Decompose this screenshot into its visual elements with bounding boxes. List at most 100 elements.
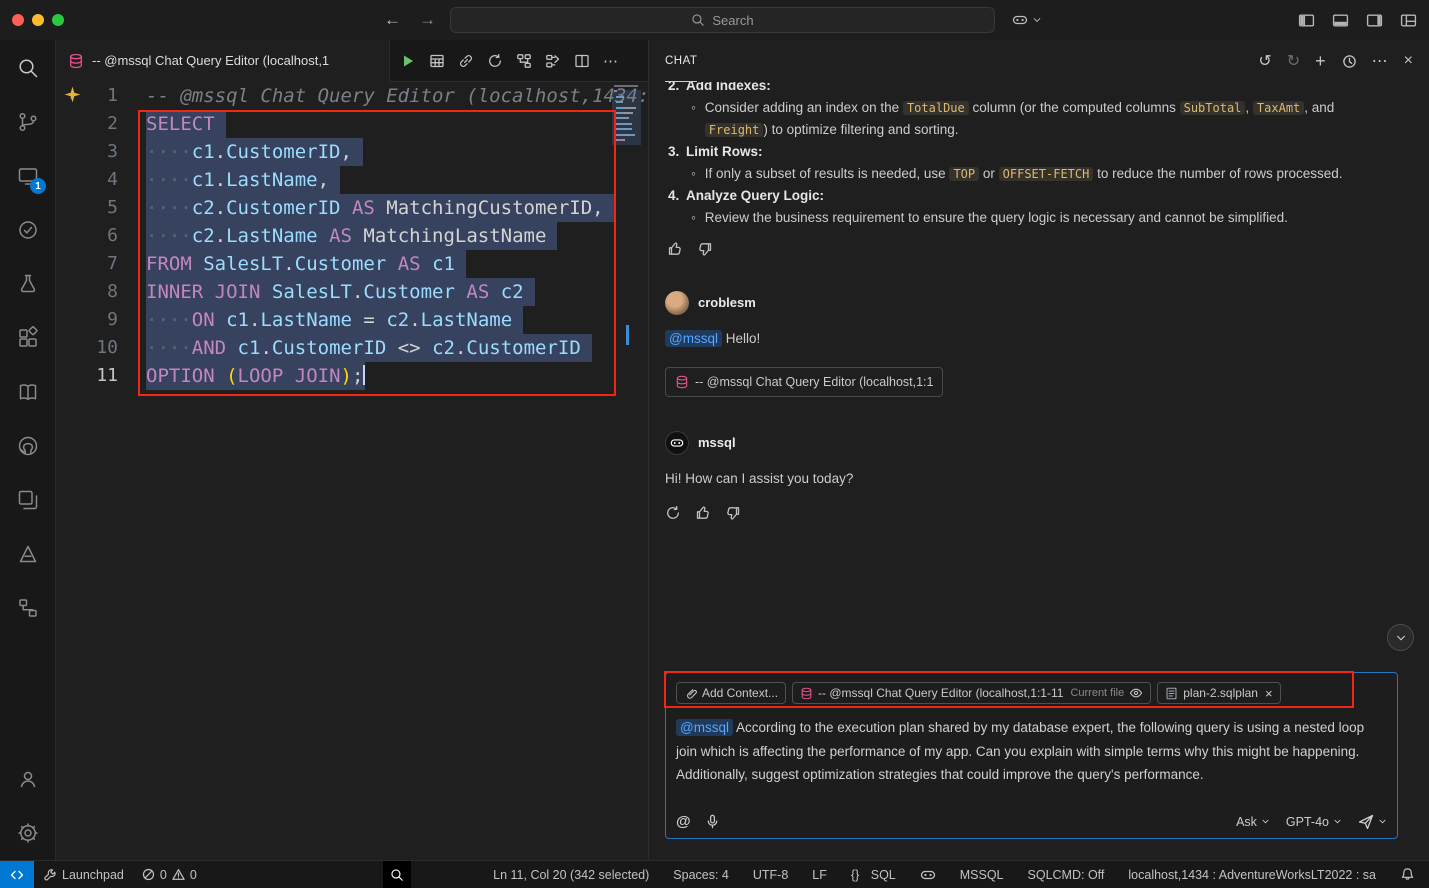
eol-indicator[interactable]: LF bbox=[812, 868, 827, 882]
thumbs-up-icon[interactable] bbox=[667, 241, 683, 257]
layout-customize-icon[interactable] bbox=[1400, 12, 1417, 29]
activity-badge: 1 bbox=[30, 178, 46, 194]
minimize-window-button[interactable] bbox=[32, 14, 44, 26]
tab-chat[interactable]: CHAT bbox=[665, 40, 697, 82]
mention-icon[interactable]: @ bbox=[676, 813, 691, 830]
language-indicator[interactable]: SQL bbox=[871, 868, 896, 882]
sidebar-item-search[interactable] bbox=[0, 41, 55, 95]
assistant-list: 2.Add Indexes:◦Consider adding an index … bbox=[665, 82, 1413, 229]
sidebar-item-notebooks[interactable] bbox=[0, 365, 55, 419]
editor-tab[interactable]: -- @mssql Chat Query Editor (localhost,1 bbox=[56, 40, 390, 82]
sidebar-item-experiments[interactable] bbox=[0, 257, 55, 311]
copilot-menu-button[interactable] bbox=[1012, 0, 1042, 40]
code-line[interactable]: 7FROM SalesLT.Customer AS c1 bbox=[56, 250, 648, 278]
sidebar-item-database-projects[interactable] bbox=[0, 581, 55, 635]
extensions-icon bbox=[16, 326, 40, 350]
history-icon[interactable] bbox=[1341, 53, 1357, 69]
close-window-button[interactable] bbox=[12, 14, 24, 26]
layout-sidebar-right-icon[interactable] bbox=[1366, 12, 1383, 29]
thumbs-up-icon[interactable] bbox=[695, 505, 711, 521]
encoding-indicator[interactable]: UTF-8 bbox=[753, 868, 788, 882]
sqlcmd-status[interactable]: SQLCMD: Off bbox=[1028, 868, 1105, 882]
send-button[interactable] bbox=[1358, 814, 1387, 830]
context-chip-query-editor[interactable]: -- @mssql Chat Query Editor (localhost,1… bbox=[792, 682, 1151, 704]
code-line[interactable]: 9····ON c1.LastName = c2.LastName bbox=[56, 306, 648, 334]
user-message: croblesm @mssql Hello! -- @mssql Chat Qu… bbox=[665, 291, 1413, 397]
run-query-button[interactable] bbox=[400, 53, 416, 69]
search-icon bbox=[16, 56, 40, 80]
chat-input-box[interactable]: Add Context... -- @mssql Chat Query Edit… bbox=[665, 672, 1398, 839]
editor-tab-bar: -- @mssql Chat Query Editor (localhost,1… bbox=[56, 40, 648, 82]
sidebar-item-extensions[interactable] bbox=[0, 311, 55, 365]
search-icon bbox=[691, 13, 705, 27]
line-col-indicator[interactable]: Ln 11, Col 20 (342 selected) bbox=[493, 868, 649, 882]
notifications-bell-icon[interactable] bbox=[1400, 867, 1415, 882]
command-center-search[interactable]: Search bbox=[450, 7, 995, 33]
editor-more-actions-icon[interactable]: ⋯ bbox=[603, 52, 619, 70]
code-line[interactable]: 8INNER JOIN SalesLT.Customer AS c2 bbox=[56, 278, 648, 306]
minimap[interactable] bbox=[614, 85, 641, 144]
code-editor[interactable]: 1-- @mssql Chat Query Editor (localhost,… bbox=[56, 82, 648, 860]
undo-icon[interactable]: ↺ bbox=[1258, 51, 1271, 71]
sidebar-item-testing[interactable] bbox=[0, 203, 55, 257]
new-chat-icon[interactable]: + bbox=[1315, 51, 1326, 72]
code-line[interactable]: 5····c2.CustomerID AS MatchingCustomerID… bbox=[56, 194, 648, 222]
back-arrow-icon[interactable]: ← bbox=[384, 10, 401, 30]
eye-icon[interactable] bbox=[1129, 687, 1143, 699]
thumbs-down-icon[interactable] bbox=[725, 505, 741, 521]
message-attachment-pill[interactable]: -- @mssql Chat Query Editor (localhost,1… bbox=[665, 367, 943, 397]
launchpad-status[interactable]: Launchpad bbox=[34, 861, 133, 888]
line-number: 5 bbox=[56, 194, 146, 222]
split-editor-icon[interactable] bbox=[574, 53, 590, 69]
redo-icon[interactable]: ↻ bbox=[1287, 51, 1300, 71]
connection-icon[interactable] bbox=[458, 53, 474, 69]
zoom-indicator[interactable] bbox=[383, 861, 411, 888]
error-icon bbox=[142, 868, 155, 881]
sidebar-item-azure[interactable] bbox=[0, 527, 55, 581]
forward-arrow-icon[interactable]: → bbox=[419, 10, 436, 30]
layout-sidebar-left-icon[interactable] bbox=[1298, 12, 1315, 29]
sidebar-item-windows[interactable] bbox=[0, 473, 55, 527]
code-line[interactable]: 4····c1.LastName, bbox=[56, 166, 648, 194]
more-actions-icon[interactable]: ⋯ bbox=[1372, 51, 1389, 71]
change-connection-icon[interactable] bbox=[487, 53, 503, 69]
sidebar-item-source-control[interactable] bbox=[0, 95, 55, 149]
actual-plan-icon[interactable] bbox=[545, 53, 561, 69]
add-context-label: Add Context... bbox=[702, 686, 778, 700]
results-grid-icon[interactable] bbox=[429, 53, 445, 69]
mode-selector[interactable]: Ask bbox=[1236, 815, 1270, 829]
microphone-icon[interactable] bbox=[705, 814, 720, 829]
zoom-window-button[interactable] bbox=[52, 14, 64, 26]
add-context-button[interactable]: Add Context... bbox=[676, 682, 786, 704]
sidebar-item-github[interactable] bbox=[0, 419, 55, 473]
chat-input-text[interactable]: @mssql According to the execution plan s… bbox=[676, 716, 1382, 787]
scroll-to-bottom-button[interactable] bbox=[1387, 624, 1414, 651]
estimated-plan-icon[interactable] bbox=[516, 53, 532, 69]
indent-indicator[interactable]: Spaces: 4 bbox=[673, 868, 729, 882]
sidebar-item-accounts[interactable] bbox=[0, 752, 55, 806]
regenerate-icon[interactable] bbox=[665, 505, 681, 521]
code-line[interactable]: 11OPTION (LOOP JOIN); bbox=[56, 362, 648, 390]
activity-bar: 1 bbox=[0, 40, 56, 860]
inline-code: OFFSET-FETCH bbox=[999, 167, 1094, 181]
remove-chip-icon[interactable]: × bbox=[1265, 686, 1273, 701]
chat-messages[interactable]: 2.Add Indexes:◦Consider adding an index … bbox=[649, 82, 1429, 630]
remote-indicator[interactable] bbox=[0, 861, 34, 888]
mssql-status[interactable]: MSSQL bbox=[960, 868, 1004, 882]
thumbs-down-icon[interactable] bbox=[697, 241, 713, 257]
model-selector[interactable]: GPT-4o bbox=[1286, 815, 1342, 829]
code-line[interactable]: 3····c1.CustomerID, bbox=[56, 138, 648, 166]
problems-status[interactable]: 0 0 bbox=[133, 861, 206, 888]
sidebar-item-remote-explorer[interactable]: 1 bbox=[0, 149, 55, 203]
close-icon[interactable]: × bbox=[1404, 52, 1413, 70]
sql-database-icon bbox=[675, 375, 689, 389]
code-line[interactable]: 2SELECT bbox=[56, 110, 648, 138]
context-chip-sqlplan[interactable]: plan-2.sqlplan × bbox=[1157, 682, 1280, 704]
code-line[interactable]: 6····c2.LastName AS MatchingLastName bbox=[56, 222, 648, 250]
code-line[interactable]: 10····AND c1.CustomerID <> c2.CustomerID bbox=[56, 334, 648, 362]
layout-panel-icon[interactable] bbox=[1332, 12, 1349, 29]
code-line[interactable]: 1-- @mssql Chat Query Editor (localhost,… bbox=[56, 82, 648, 110]
connection-status[interactable]: localhost,1434 : AdventureWorksLT2022 : … bbox=[1128, 868, 1376, 882]
copilot-status-icon[interactable] bbox=[920, 867, 936, 883]
sidebar-item-settings[interactable] bbox=[0, 806, 55, 860]
